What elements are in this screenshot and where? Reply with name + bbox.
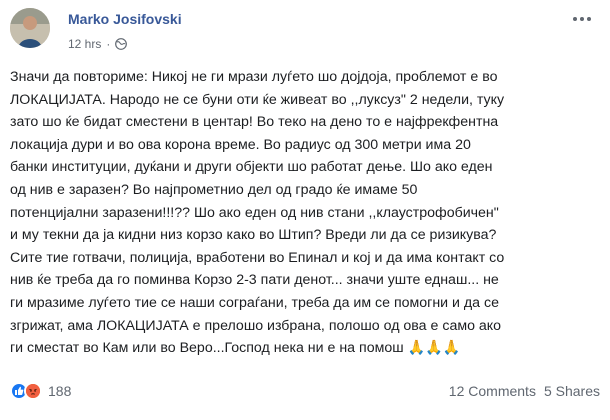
reaction-count: 188	[48, 383, 72, 399]
praying-hands-emoji: 🙏🙏🙏	[407, 340, 461, 357]
engagement-stats: 12 Comments 5 Shares	[449, 383, 600, 399]
post-text-last-line: ги сместат во Кам или во Веро...Господ н…	[10, 337, 602, 360]
facebook-post: Marko Josifovski 12 hrs · Значи да повто…	[0, 0, 610, 420]
more-options-icon[interactable]	[570, 10, 594, 28]
globe-icon	[115, 38, 128, 50]
post-text-line: Сите тие готвачи, полиција, вработени во…	[10, 249, 505, 266]
post-meta: 12 hrs ·	[68, 37, 128, 51]
post-text-line: згрижат, ама ЛОКАЦИЈАТА е прелошо избран…	[10, 317, 502, 334]
post-time[interactable]: 12 hrs	[68, 37, 101, 51]
post-text-line: зато шо ќе бидат сместени в центар! Во т…	[10, 114, 499, 131]
post-footer: 188 12 Comments 5 Shares	[10, 380, 600, 406]
post-text-line: ги сместат во Кам или во Веро...Господ н…	[10, 340, 404, 357]
post-text-line: потенцијални заразени!!!?? Шо ако еден о…	[10, 204, 499, 221]
post-text-line: Значи да повториме: Никој не ги мрази лу…	[10, 69, 498, 85]
post-text-line: ЛОКАЦИЈАТА. Народо не се буни оти ќе жив…	[10, 91, 505, 108]
shares-link[interactable]: 5 Shares	[544, 383, 600, 399]
author-avatar[interactable]	[10, 8, 50, 48]
post-text-line: ги мразиме луѓето тие се наши сограѓани,…	[10, 294, 499, 311]
post-text-line: нив ќе треба да го поминва Корзо 2-3 пат…	[10, 272, 499, 289]
post-text-line: и му текни да ја кидни низ корзо како во…	[10, 227, 497, 244]
post-text-line: од нив е заразен? Во најпрометнио дел од…	[10, 181, 418, 198]
post-text-line: локација дури и во ова корона време. Во …	[10, 136, 471, 153]
angry-icon	[24, 382, 42, 400]
post-text-line: банки институции, дуќани и други објекти…	[10, 159, 493, 176]
comments-link[interactable]: 12 Comments	[449, 383, 536, 399]
post-text: Значи да повториме: Никој не ги мрази лу…	[10, 66, 602, 360]
meta-separator: ·	[106, 37, 111, 51]
reactions-summary[interactable]: 188	[10, 382, 71, 400]
author-name[interactable]: Marko Josifovski	[68, 11, 182, 27]
post-header: Marko Josifovski 12 hrs ·	[10, 8, 600, 58]
